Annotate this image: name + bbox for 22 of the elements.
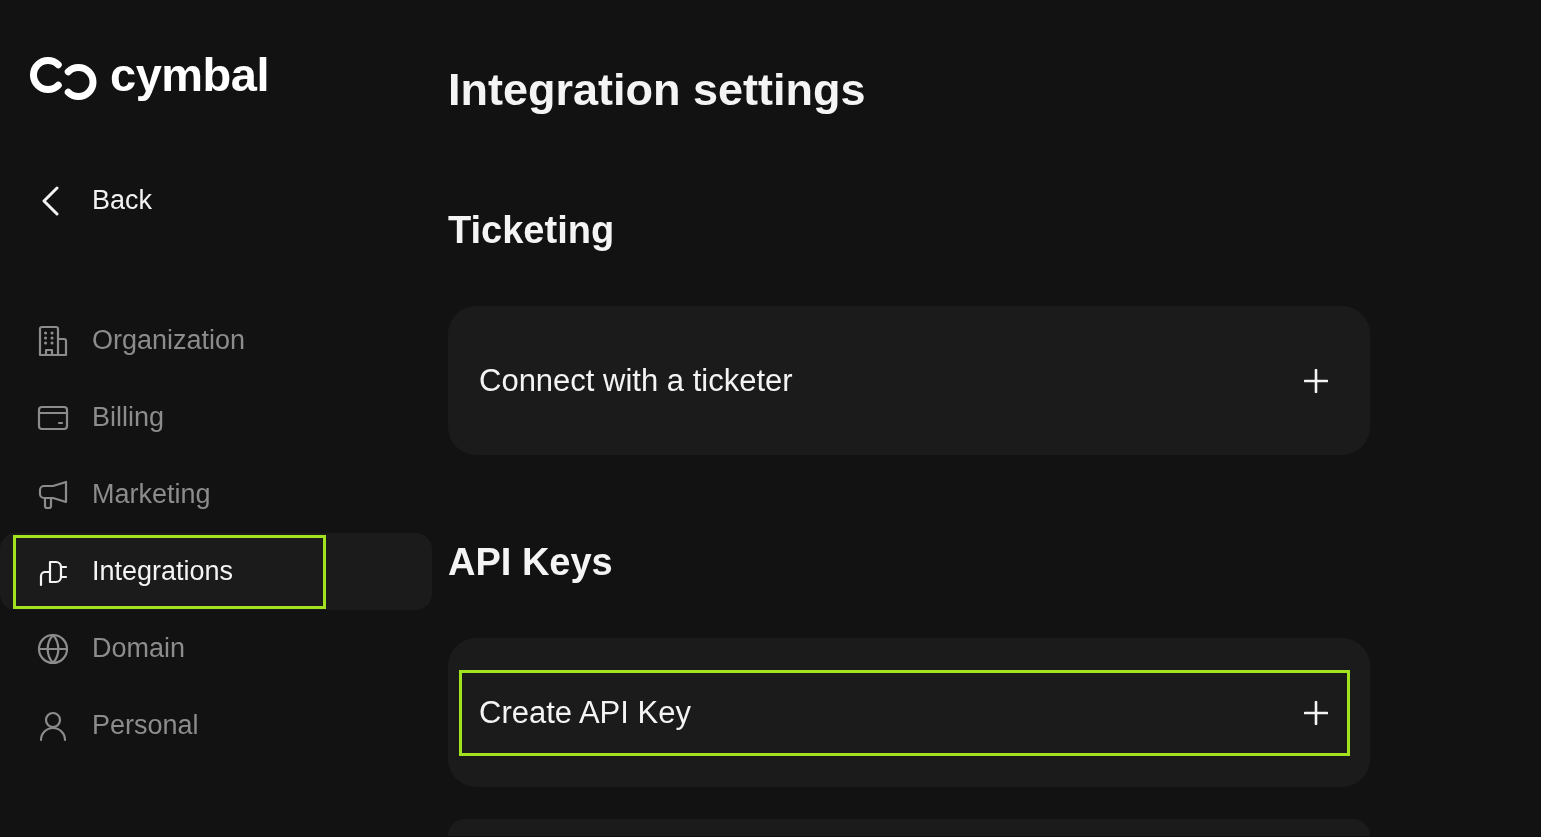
section-heading: Ticketing bbox=[448, 208, 615, 253]
plus-icon bbox=[1304, 369, 1328, 393]
add-action-button[interactable]: Connect with a ticketer bbox=[459, 338, 1350, 424]
sidebar-item[interactable]: Personal bbox=[0, 687, 432, 764]
section-heading: API Keys bbox=[448, 540, 613, 585]
building-icon bbox=[37, 324, 69, 357]
globe-icon bbox=[37, 632, 69, 665]
action-label: Connect with a ticketer bbox=[479, 363, 793, 399]
page-title: Integration settings bbox=[448, 63, 866, 117]
back-button[interactable]: Back bbox=[0, 162, 153, 239]
chevron-left-icon bbox=[40, 185, 60, 216]
sidebar-item[interactable]: Marketing bbox=[0, 456, 432, 533]
sidebar-item[interactable]: Integrations bbox=[0, 533, 432, 610]
plus-icon bbox=[1304, 701, 1328, 725]
add-action-button[interactable]: Create API Key bbox=[459, 670, 1350, 756]
sidebar-item[interactable]: Billing bbox=[0, 379, 432, 456]
megaphone-icon bbox=[37, 478, 69, 511]
action-label: Create API Key bbox=[479, 695, 691, 731]
user-icon bbox=[37, 709, 69, 742]
logo-icon bbox=[30, 55, 97, 101]
sidebar-item[interactable]: Organization bbox=[0, 302, 432, 379]
sidebar-item[interactable]: Domain bbox=[0, 610, 432, 687]
